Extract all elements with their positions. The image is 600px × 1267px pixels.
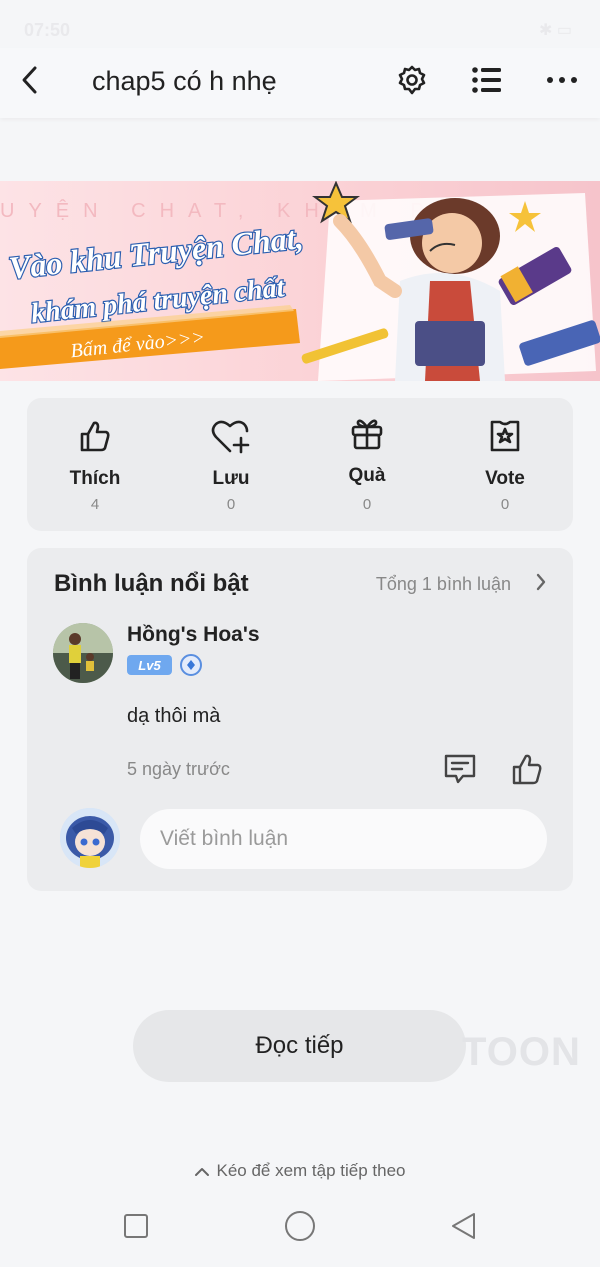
like-label: Thích bbox=[69, 468, 121, 489]
status-icons: ✱ ▭ bbox=[539, 22, 572, 39]
save-action[interactable]: Lưu 0 bbox=[163, 416, 299, 513]
back-button[interactable] bbox=[12, 62, 48, 98]
read-next-button[interactable]: Đọc tiếp bbox=[133, 1010, 466, 1082]
system-nav-bar bbox=[0, 1195, 600, 1267]
diamond-badge-icon bbox=[180, 654, 202, 676]
chevron-right-icon[interactable] bbox=[535, 572, 547, 597]
toon-watermark: TOON bbox=[462, 1030, 581, 1074]
reply-button[interactable] bbox=[442, 751, 478, 787]
circle-icon bbox=[285, 1211, 315, 1241]
thumbs-up-icon bbox=[512, 754, 542, 785]
pull-hint-text: Kéo để xem tập tiếp theo bbox=[216, 1161, 406, 1180]
gift-action[interactable]: Quà 0 bbox=[299, 413, 435, 513]
square-icon bbox=[124, 1214, 148, 1238]
comments-title: Bình luận nổi bật bbox=[54, 570, 249, 597]
recent-apps-button[interactable] bbox=[119, 1209, 153, 1243]
vote-action[interactable]: Vote 0 bbox=[437, 416, 573, 513]
chapter-list-button[interactable] bbox=[469, 62, 505, 98]
heart-plus-icon bbox=[211, 420, 250, 454]
top-bar: chap5 có h nhẹ bbox=[0, 48, 600, 118]
thumbs-up-icon bbox=[80, 421, 110, 452]
like-count: 4 bbox=[90, 496, 100, 513]
comment-text: dạ thôi mà bbox=[127, 705, 221, 727]
like-action[interactable]: Thích 4 bbox=[27, 416, 163, 513]
vote-ticket-icon bbox=[490, 420, 520, 452]
chevron-up-icon bbox=[195, 1167, 210, 1176]
back-nav-button[interactable] bbox=[446, 1209, 480, 1243]
comment-time: 5 ngày trước bbox=[127, 759, 230, 779]
comment-bubble-icon bbox=[444, 754, 476, 784]
featured-comments-card: Bình luận nổi bật Tổng 1 bình luận Hồng'… bbox=[27, 548, 573, 891]
user-photo-icon bbox=[53, 623, 113, 683]
status-time: 07:50 bbox=[24, 20, 71, 40]
home-button[interactable] bbox=[283, 1209, 317, 1243]
level-badge: Lv5 bbox=[127, 655, 172, 675]
settings-button[interactable] bbox=[394, 62, 430, 98]
banner-illustration: UYỆN CHAT, KHÁM PHÁ Vào khu Truyện Chat,… bbox=[0, 181, 600, 381]
gear-icon bbox=[398, 65, 426, 95]
comment-user-name[interactable]: Hồng's Hoa's bbox=[127, 623, 260, 647]
gift-count: 0 bbox=[362, 496, 372, 513]
comments-total-link[interactable]: Tổng 1 bình luận bbox=[376, 574, 511, 595]
gift-label: Quà bbox=[348, 465, 386, 486]
my-avatar bbox=[60, 808, 120, 868]
more-dots-icon bbox=[547, 77, 577, 83]
triangle-back-icon bbox=[452, 1213, 475, 1239]
avatar[interactable] bbox=[53, 623, 113, 683]
promo-banner[interactable]: UYỆN CHAT, KHÁM PHÁ Vào khu Truyện Chat,… bbox=[0, 181, 600, 381]
more-button[interactable] bbox=[544, 62, 580, 98]
back-arrow-icon bbox=[22, 66, 37, 94]
pull-next-hint: Kéo để xem tập tiếp theo bbox=[0, 1161, 600, 1181]
save-label: Lưu bbox=[212, 468, 250, 489]
chapter-title: chap5 có h nhẹ bbox=[92, 66, 277, 96]
vote-count: 0 bbox=[500, 496, 510, 513]
anime-avatar-icon bbox=[60, 808, 120, 868]
comment-input[interactable] bbox=[140, 809, 547, 869]
save-count: 0 bbox=[226, 496, 236, 513]
vote-label: Vote bbox=[485, 468, 525, 489]
reaction-card: Thích 4 Lưu 0 Quà 0 Vote 0 bbox=[27, 398, 573, 531]
comment-like-button[interactable] bbox=[509, 751, 545, 787]
list-icon bbox=[472, 67, 501, 93]
gift-icon bbox=[351, 419, 383, 450]
